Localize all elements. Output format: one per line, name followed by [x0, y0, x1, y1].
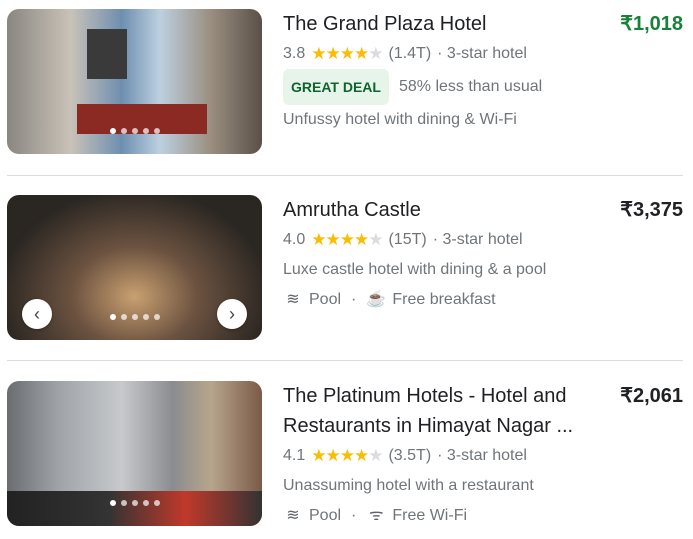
- hotel-price: ₹1,018: [620, 13, 683, 35]
- amenity-pool: Pool: [309, 291, 342, 308]
- divider: [7, 360, 683, 361]
- rating: 4.0: [283, 231, 306, 248]
- pool-icon: ≋: [286, 291, 300, 308]
- hotel-price: ₹2,061: [620, 385, 683, 407]
- great-deal-badge: GREAT DEAL: [283, 69, 389, 105]
- amenity-breakfast: Free breakfast: [392, 291, 496, 308]
- star-rating-icon: ★★★★★: [311, 230, 383, 249]
- carousel-dots: [7, 314, 262, 320]
- hotel-price: ₹3,375: [620, 199, 683, 221]
- storefront: [7, 491, 262, 526]
- separator: ·: [351, 507, 357, 524]
- wifi-icon: ᯤ: [369, 507, 384, 524]
- review-count: (1.4T): [388, 45, 432, 62]
- hotel-name[interactable]: Amrutha Castle: [283, 195, 608, 225]
- hotel-photo[interactable]: [7, 381, 262, 526]
- hotel-card[interactable]: ‹ › Amrutha Castle ₹3,375 4.0 ★★★★★ (15T) ·…: [7, 195, 683, 341]
- hotel-photo[interactable]: ‹ ›: [7, 195, 262, 340]
- rating: 3.8: [283, 45, 306, 62]
- separator: ·: [351, 291, 357, 308]
- carousel-dots: [7, 128, 262, 134]
- hotel-description: Luxe castle hotel with dining & a pool: [283, 261, 547, 278]
- deal-text: 58% less than usual: [398, 78, 543, 95]
- star-rating-icon: ★★★★★: [311, 446, 383, 465]
- amenity-wifi: Free Wi-Fi: [392, 507, 468, 524]
- hotel-class: · 3-star hotel: [437, 447, 527, 464]
- hotel-name[interactable]: The Grand Plaza Hotel: [283, 9, 608, 39]
- pool-icon: ≋: [286, 507, 300, 524]
- hotel-photo[interactable]: [7, 9, 262, 154]
- review-count: (3.5T): [388, 447, 432, 464]
- rating: 4.1: [283, 447, 306, 464]
- review-count: (15T): [388, 231, 427, 248]
- hotel-card[interactable]: The Grand Plaza Hotel ₹1,018 3.8 ★★★★★ (1.…: [7, 9, 683, 155]
- hotel-description: Unfussy hotel with dining & Wi-Fi: [283, 111, 517, 128]
- hotel-class: · 3-star hotel: [437, 45, 527, 62]
- hotel-card[interactable]: The Platinum Hotels - Hotel and Restaura…: [7, 381, 683, 527]
- coffee-cup-icon: ☕: [366, 291, 387, 308]
- divider: [7, 175, 683, 176]
- hotel-class: · 3-star hotel: [432, 231, 523, 248]
- star-rating-icon: ★★★★★: [311, 44, 383, 63]
- hotel-name[interactable]: The Platinum Hotels - Hotel and Restaura…: [283, 381, 608, 441]
- carousel-dots: [7, 500, 262, 506]
- amenity-pool: Pool: [309, 507, 342, 524]
- hotel-description: Unassuming hotel with a restaurant: [283, 477, 534, 494]
- now-open-sign: [87, 29, 127, 79]
